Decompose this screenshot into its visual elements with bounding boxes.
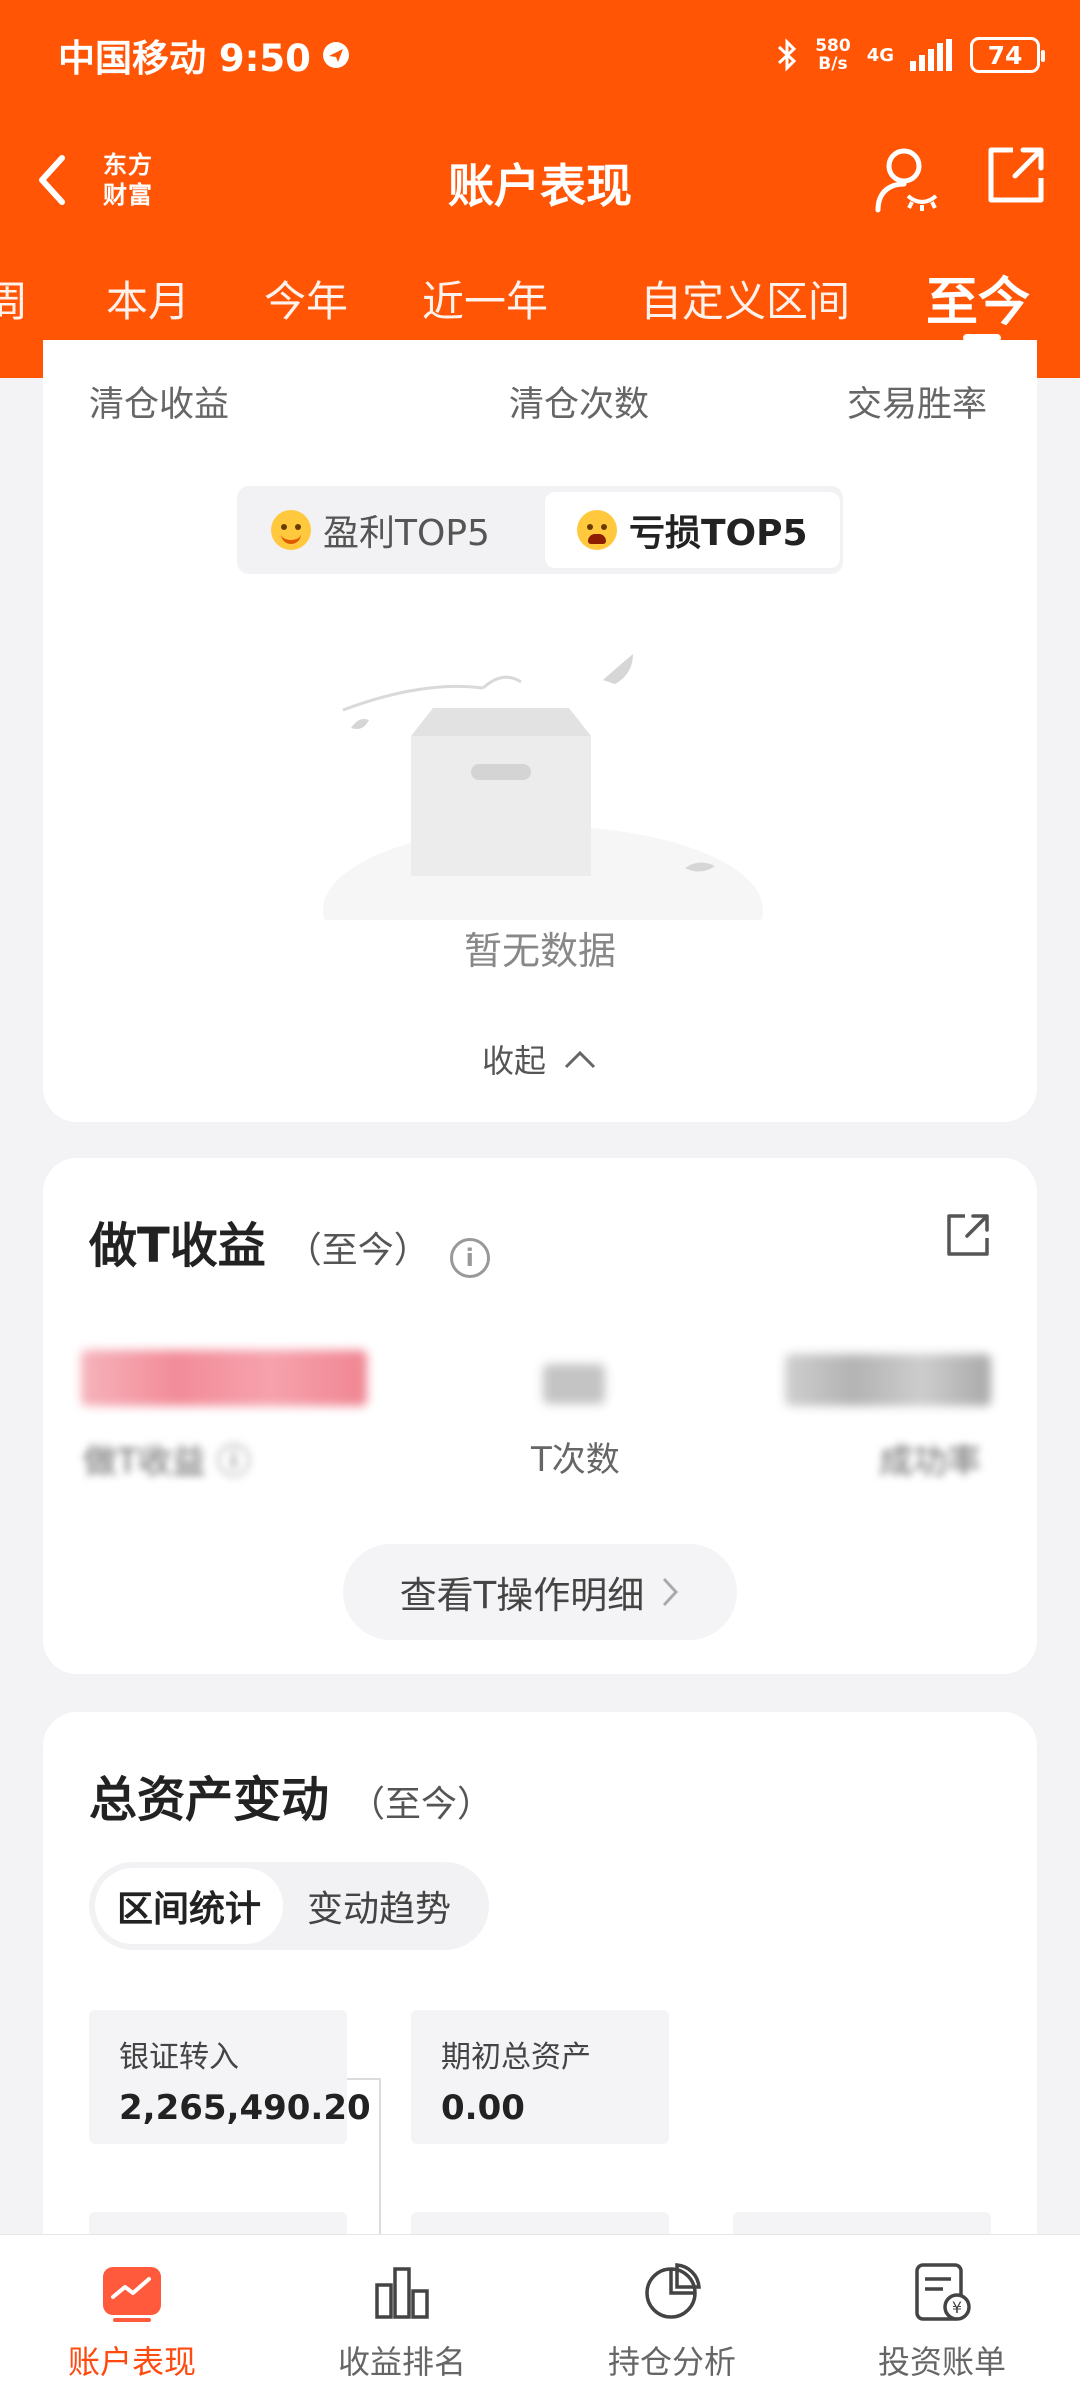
chevron-right-icon — [663, 1577, 679, 1607]
t-trade-title: 做T收益 （至今） i — [89, 1206, 490, 1278]
t-trade-card: 做T收益 （至今） i 做T收益 ⓘ T次数 成功率 查看T操作明细 — [43, 1158, 1037, 1674]
network-speed: 580 B/s — [815, 36, 851, 74]
clearance-count-label: 清仓次数 — [509, 385, 650, 425]
tab-change-trend[interactable]: 变动趋势 — [307, 1868, 451, 1944]
nav-holding-analysis[interactable]: 持仓分析 — [572, 2261, 772, 2383]
tab-past-year[interactable]: 近一年 — [422, 268, 548, 329]
info-icon[interactable]: i — [449, 1238, 490, 1278]
total-assets-title: 总资产变动 （至今） — [89, 1772, 494, 1828]
battery-indicator: 74 — [970, 37, 1045, 73]
clearance-profit-label: 清仓收益 — [89, 385, 230, 425]
loss-top5-tab[interactable]: 亏损TOP5 — [545, 492, 840, 568]
t-income-value-redacted — [81, 1350, 367, 1406]
empty-state-text: 暂无数据 — [463, 929, 616, 973]
tab-this-month[interactable]: 本月 — [106, 268, 190, 329]
t-count-value-redacted — [543, 1364, 605, 1404]
stat-bank-transfer-in: 银证转入 2,265,490.20 — [89, 2010, 371, 2144]
smile-emoji-icon — [271, 510, 311, 550]
status-bar: 中国移动 9:50 580 B/s 4G 74 — [58, 30, 1045, 80]
tab-week[interactable]: 周 — [0, 268, 28, 329]
clearance-labels: 清仓收益 清仓次数 交易胜率 — [89, 376, 987, 425]
t-count-label: T次数 — [531, 1440, 620, 1480]
carrier-time: 中国移动 9:50 — [58, 37, 311, 80]
empty-box-illustration — [323, 654, 763, 920]
app-header: 中国移动 9:50 580 B/s 4G 74 东方 财富 账户表现 周 本月 今… — [0, 0, 1080, 378]
tab-to-date[interactable]: 至今 — [926, 260, 1030, 335]
bill-icon: ¥ — [915, 2263, 971, 2321]
t-success-label-redacted: 成功率 — [879, 1442, 981, 1482]
view-t-detail-button[interactable]: 查看T操作明细 — [343, 1544, 737, 1640]
tab-custom-range[interactable]: 自定义区间 — [640, 268, 850, 329]
nav-investment-bill[interactable]: ¥ 投资账单 — [842, 2261, 1042, 2383]
export-icon[interactable] — [943, 1210, 993, 1260]
bluetooth-icon — [778, 38, 797, 72]
signal-icon — [910, 39, 952, 71]
profit-top5-tab[interactable]: 盈利TOP5 — [271, 492, 490, 568]
nav-account-performance[interactable]: 账户表现 — [32, 2261, 232, 2383]
bar-chart-icon — [375, 2267, 429, 2319]
send-status-icon — [322, 42, 349, 68]
win-rate-label: 交易胜率 — [846, 385, 987, 425]
network-type: 4G — [866, 44, 894, 66]
tab-range-stats[interactable]: 区间统计 — [95, 1868, 284, 1944]
flow-connector — [347, 2078, 381, 2080]
collapse-button[interactable]: 收起 — [43, 1036, 1037, 1082]
nav-bar: 东方 财富 账户表现 — [0, 130, 1080, 230]
nav-income-ranking[interactable]: 收益排名 — [302, 2261, 502, 2383]
clearance-card: 清仓收益 清仓次数 交易胜率 盈利TOP5 亏损TOP5 暂无数据 收起 — [43, 340, 1037, 1122]
profit-loss-toggle: 盈利TOP5 亏损TOP5 — [237, 486, 843, 574]
crying-emoji-icon — [577, 510, 617, 550]
pie-chart-icon — [645, 2263, 701, 2319]
chevron-up-icon — [564, 1050, 596, 1069]
t-income-label-redacted: 做T收益 ⓘ — [83, 1442, 251, 1482]
t-success-value-redacted — [785, 1354, 991, 1406]
stats-view-toggle: 区间统计 变动趋势 — [89, 1862, 489, 1950]
bottom-navigation: 账户表现 收益排名 持仓分析 ¥ 投资账单 — [0, 2234, 1080, 2400]
tab-this-year[interactable]: 今年 — [264, 268, 348, 329]
stat-opening-total-assets: 期初总资产 0.00 — [411, 2010, 669, 2144]
svg-text:¥: ¥ — [952, 2298, 962, 2317]
share-icon[interactable] — [985, 144, 1047, 206]
performance-chart-icon — [103, 2267, 161, 2322]
user-privacy-icon[interactable] — [874, 144, 940, 216]
